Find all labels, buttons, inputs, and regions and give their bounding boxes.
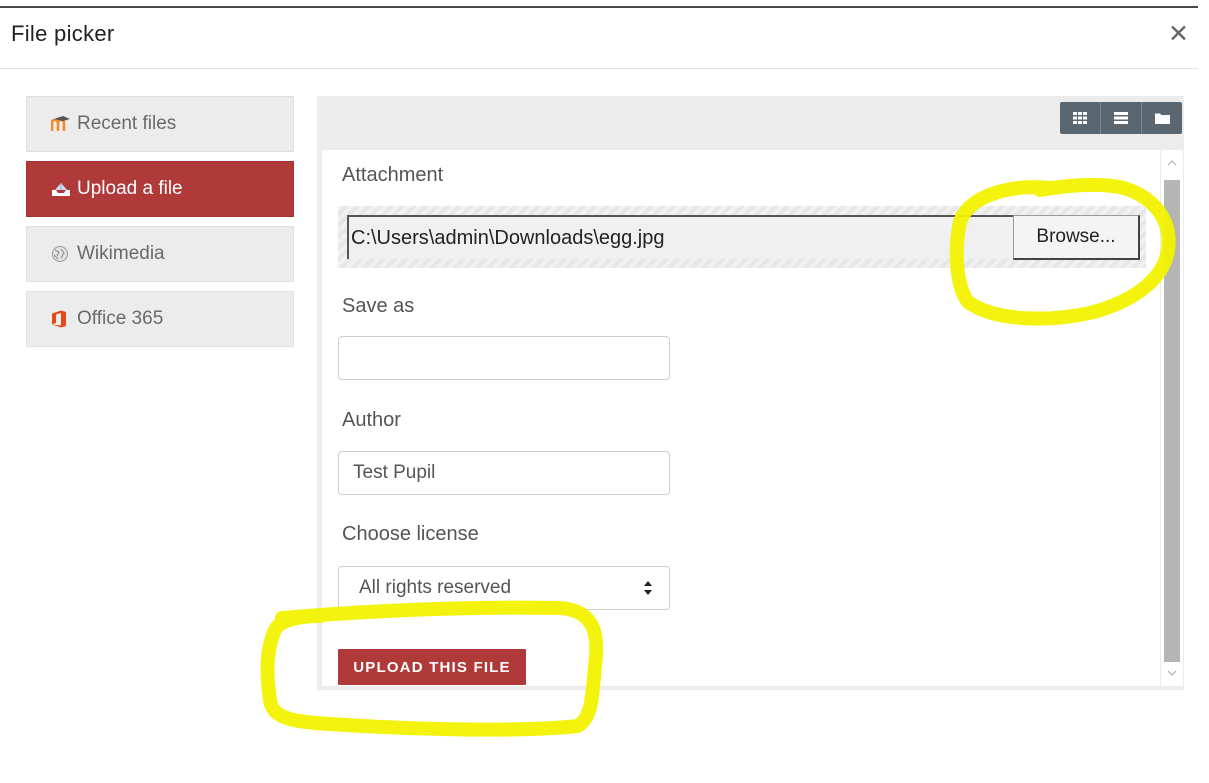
scroll-up-icon[interactable] [1161, 150, 1183, 176]
license-selected-value: All rights reserved [359, 577, 512, 598]
sidebar-item-label: Recent files [77, 113, 177, 134]
attachment-label: Attachment [342, 164, 444, 186]
sidebar-item-label: Upload a file [77, 178, 183, 199]
sidebar-item-label: Office 365 [77, 308, 164, 329]
upload-icon [51, 179, 73, 199]
license-select[interactable]: All rights reserved [338, 566, 670, 610]
save-as-label: Save as [342, 295, 415, 317]
file-picker-panel: Attachment C:\Users\admin\Downloads\egg.… [317, 96, 1184, 690]
wikimedia-icon [51, 244, 73, 264]
scroll-down-icon[interactable] [1161, 660, 1183, 686]
close-icon[interactable]: ✕ [1168, 22, 1189, 47]
grid-view-icon[interactable] [1060, 102, 1100, 134]
dialog-title: File picker [11, 21, 115, 46]
list-view-icon[interactable] [1100, 102, 1141, 134]
file-path-text: C:\Users\admin\Downloads\egg.jpg [351, 226, 665, 249]
sidebar-item-recent-files[interactable]: Recent files [26, 96, 294, 152]
author-label: Author [342, 409, 401, 431]
browse-button[interactable]: Browse... [1013, 215, 1140, 260]
sidebar-item-label: Wikimedia [77, 243, 165, 264]
moodle-icon [51, 114, 73, 134]
office-icon [51, 309, 73, 329]
sidebar-item-upload-a-file[interactable]: Upload a file [26, 161, 294, 217]
scroll-thumb[interactable] [1164, 180, 1180, 662]
upload-form: Attachment C:\Users\admin\Downloads\egg.… [322, 150, 1160, 686]
sidebar-item-office-365[interactable]: Office 365 [26, 291, 294, 347]
folder-view-icon[interactable] [1141, 102, 1182, 134]
upload-this-file-button[interactable]: UPLOAD THIS FILE [338, 649, 526, 685]
author-input[interactable] [338, 451, 670, 495]
view-toggle-group [1060, 102, 1182, 134]
attachment-dropzone[interactable]: C:\Users\admin\Downloads\egg.jpg Browse.… [338, 206, 1146, 268]
sidebar-item-wikimedia[interactable]: Wikimedia [26, 226, 294, 282]
select-caret-icon [644, 581, 652, 595]
dialog-header: File picker ✕ [0, 8, 1198, 69]
license-label: Choose license [342, 523, 479, 545]
save-as-input[interactable] [338, 336, 670, 380]
form-scrollbar[interactable] [1160, 150, 1183, 686]
